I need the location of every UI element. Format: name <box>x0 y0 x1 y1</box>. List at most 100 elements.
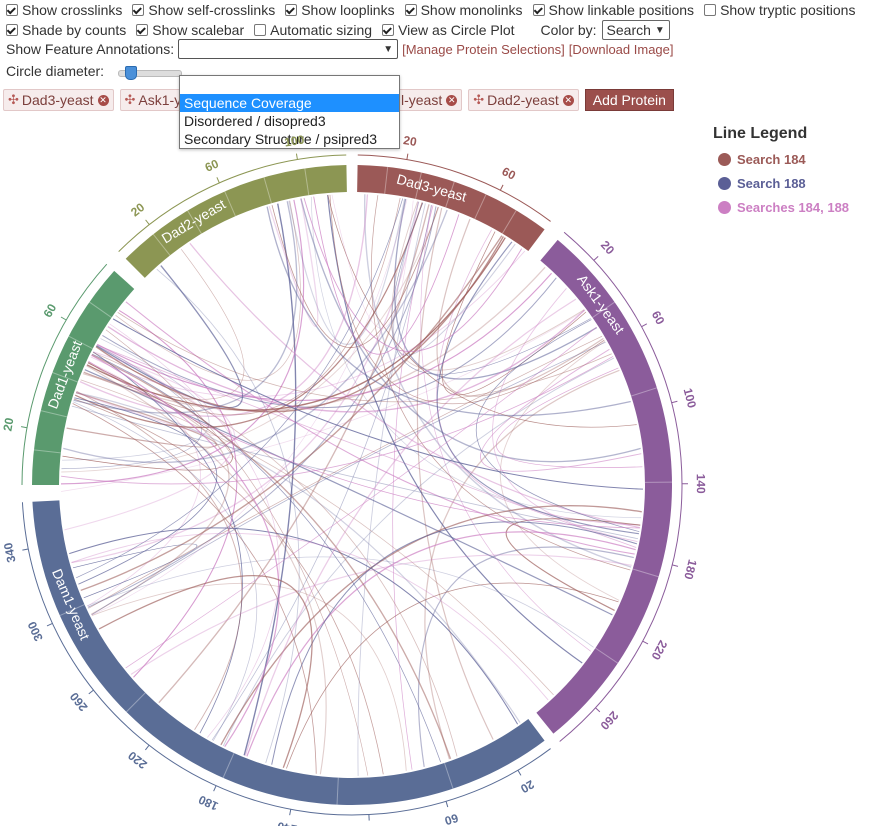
crosslink-line[interactable] <box>62 362 233 471</box>
crosslink-line[interactable] <box>371 195 631 571</box>
move-icon[interactable]: ✣ <box>125 92 136 108</box>
crosslink-line[interactable] <box>83 249 245 400</box>
crosslink-line[interactable] <box>92 351 243 734</box>
crosslink-line[interactable] <box>331 194 414 329</box>
crosslink-line[interactable] <box>303 197 523 353</box>
crosslink-line[interactable] <box>156 268 300 764</box>
crosslink-line[interactable] <box>211 204 432 741</box>
crosslink-line[interactable] <box>300 198 641 463</box>
move-icon[interactable]: ✣ <box>473 92 484 108</box>
dropdown-option-secondary-structure[interactable]: Secondary Structure / psipred3 <box>180 130 399 148</box>
crosslink-line[interactable] <box>392 205 434 770</box>
crosslink-line[interactable] <box>475 319 640 532</box>
view-as-circle-plot-checkbox[interactable]: View as Circle Plot <box>382 22 515 38</box>
color-by-select[interactable]: Search ▼ <box>601 20 670 40</box>
crosslink-line[interactable] <box>96 344 637 548</box>
crosslink-line[interactable] <box>393 201 516 356</box>
crosslink-line[interactable] <box>244 298 577 756</box>
crosslink-line[interactable] <box>112 318 643 490</box>
crosslink-line[interactable] <box>268 198 319 327</box>
crosslink-line[interactable] <box>125 326 597 669</box>
crosslink-line[interactable] <box>441 231 587 396</box>
crosslink-line[interactable] <box>115 200 301 381</box>
crosslink-line[interactable] <box>95 236 504 413</box>
crosslink-line[interactable] <box>80 235 503 592</box>
crosslink-line[interactable] <box>91 354 452 760</box>
crosslink-line[interactable] <box>75 392 521 723</box>
protein-arc[interactable] <box>32 270 135 485</box>
crosslink-line[interactable] <box>61 207 440 473</box>
protein-arc[interactable] <box>357 165 545 251</box>
crosslink-line[interactable] <box>71 405 639 540</box>
crosslink-line[interactable] <box>88 335 603 609</box>
crosslink-line[interactable] <box>60 199 305 485</box>
crosslink-line[interactable] <box>436 229 641 526</box>
feature-annotations-select[interactable]: ▼ <box>178 39 399 59</box>
crosslink-line[interactable] <box>73 398 384 775</box>
crosslink-line[interactable] <box>88 361 640 529</box>
protein-chip[interactable]: l-yeast ✕ <box>398 89 463 111</box>
crosslink-line[interactable] <box>76 198 404 579</box>
crosslink-line[interactable] <box>84 369 613 616</box>
crosslink-line[interactable] <box>74 202 423 428</box>
crosslink-line[interactable] <box>310 196 642 519</box>
crosslink-line[interactable] <box>72 543 198 599</box>
crosslink-line[interactable] <box>79 194 369 417</box>
shade-by-counts-checkbox[interactable]: Shade by counts <box>6 22 126 38</box>
crosslink-line[interactable] <box>90 250 526 398</box>
crosslink-line[interactable] <box>72 403 317 774</box>
crosslink-line[interactable] <box>424 369 620 760</box>
crosslink-line[interactable] <box>158 204 430 704</box>
crosslink-line[interactable] <box>61 345 202 470</box>
automatic-sizing-checkbox[interactable]: Automatic sizing <box>254 22 372 38</box>
crosslink-line[interactable] <box>117 312 612 403</box>
crosslink-line[interactable] <box>86 365 327 775</box>
protein-chip[interactable]: ✣ Ask1-y <box>119 89 187 111</box>
move-icon[interactable]: ✣ <box>8 92 19 108</box>
crosslink-line[interactable] <box>73 201 298 414</box>
crosslink-line[interactable] <box>288 198 406 345</box>
crosslink-line[interactable] <box>189 242 640 529</box>
crosslink-line[interactable] <box>92 352 458 757</box>
crosslink-line[interactable] <box>313 196 460 355</box>
show-scalebar-checkbox[interactable]: Show scalebar <box>136 22 244 38</box>
crosslink-line[interactable] <box>109 323 280 738</box>
crosslink-line[interactable] <box>492 288 638 542</box>
crosslink-line[interactable] <box>416 208 494 740</box>
crosslink-line[interactable] <box>220 505 642 746</box>
protein-arc[interactable] <box>536 239 673 734</box>
crosslink-line[interactable] <box>118 309 238 678</box>
remove-icon[interactable]: ✕ <box>446 94 458 106</box>
show-self-crosslinks-checkbox[interactable]: Show self-crosslinks <box>132 2 275 18</box>
crosslink-line[interactable] <box>286 582 619 769</box>
crosslink-line[interactable] <box>495 367 643 468</box>
crosslink-line[interactable] <box>91 582 407 771</box>
crosslink-line[interactable] <box>505 518 641 611</box>
crosslink-line[interactable] <box>61 356 614 485</box>
remove-icon[interactable]: ✕ <box>97 94 109 106</box>
crosslink-line[interactable] <box>391 202 591 375</box>
crosslink-line[interactable] <box>64 351 236 531</box>
crosslink-line[interactable] <box>98 574 313 768</box>
crosslink-line[interactable] <box>246 531 636 757</box>
crosslink-line[interactable] <box>130 554 632 675</box>
crosslink-line[interactable] <box>75 344 232 438</box>
crosslink-line[interactable] <box>222 357 615 747</box>
circle-diameter-slider[interactable] <box>118 66 182 80</box>
crosslink-line[interactable] <box>83 266 546 412</box>
crosslink-line[interactable] <box>71 532 549 701</box>
manage-protein-selections-link[interactable]: [Manage Protein Selections] <box>402 42 565 57</box>
protein-chip[interactable]: ✣ Dad3-yeast ✕ <box>3 89 114 111</box>
crosslink-line[interactable] <box>71 201 419 564</box>
crosslink-line[interactable] <box>96 265 244 409</box>
crosslink-line[interactable] <box>76 390 243 730</box>
crosslink-line[interactable] <box>393 198 598 380</box>
crosslink-line[interactable] <box>105 329 369 776</box>
crosslink-line[interactable] <box>91 354 280 748</box>
crosslink-line[interactable] <box>499 340 620 601</box>
show-tryptic-positions-checkbox[interactable]: Show tryptic positions <box>704 2 855 18</box>
add-protein-button[interactable]: Add Protein <box>584 89 674 111</box>
crosslink-line[interactable] <box>87 361 201 607</box>
crosslink-line[interactable] <box>436 218 604 397</box>
crosslink-line[interactable] <box>96 272 552 401</box>
